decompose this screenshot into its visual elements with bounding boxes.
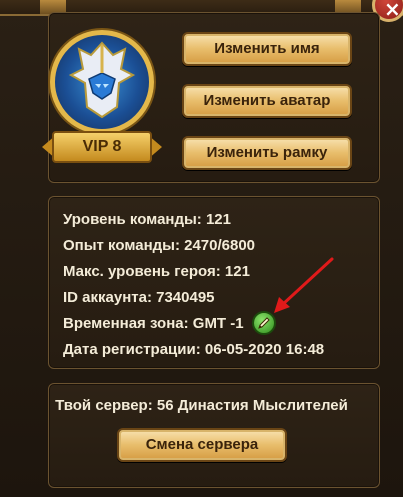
registration-date: Дата регистрации: 06-05-2020 16:48 [63, 341, 325, 358]
avatar[interactable] [50, 30, 154, 134]
account-id: ID аккаунта: 7340495 [63, 289, 215, 306]
change-frame-button[interactable]: Изменить рамку [182, 136, 352, 170]
vip-badge: VIP 8 [52, 131, 152, 163]
close-icon: × [384, 0, 401, 21]
change-name-button[interactable]: Изменить имя [182, 32, 352, 66]
pencil-icon [258, 317, 270, 329]
time-zone: Временная зона: GMT -1 [63, 315, 244, 332]
max-hero-level: Макс. уровень героя: 121 [63, 263, 250, 280]
team-level: Уровень команды: 121 [63, 211, 231, 228]
current-server: Твой сервер: 56 Династия Мыслителей [55, 397, 348, 414]
change-server-button[interactable]: Смена сервера [117, 428, 287, 462]
hero-helmet-icon [68, 41, 136, 119]
team-exp: Опыт команды: 2470/6800 [63, 237, 256, 254]
change-avatar-button[interactable]: Изменить аватар [182, 84, 352, 118]
red-arrow-annotation [274, 257, 334, 313]
